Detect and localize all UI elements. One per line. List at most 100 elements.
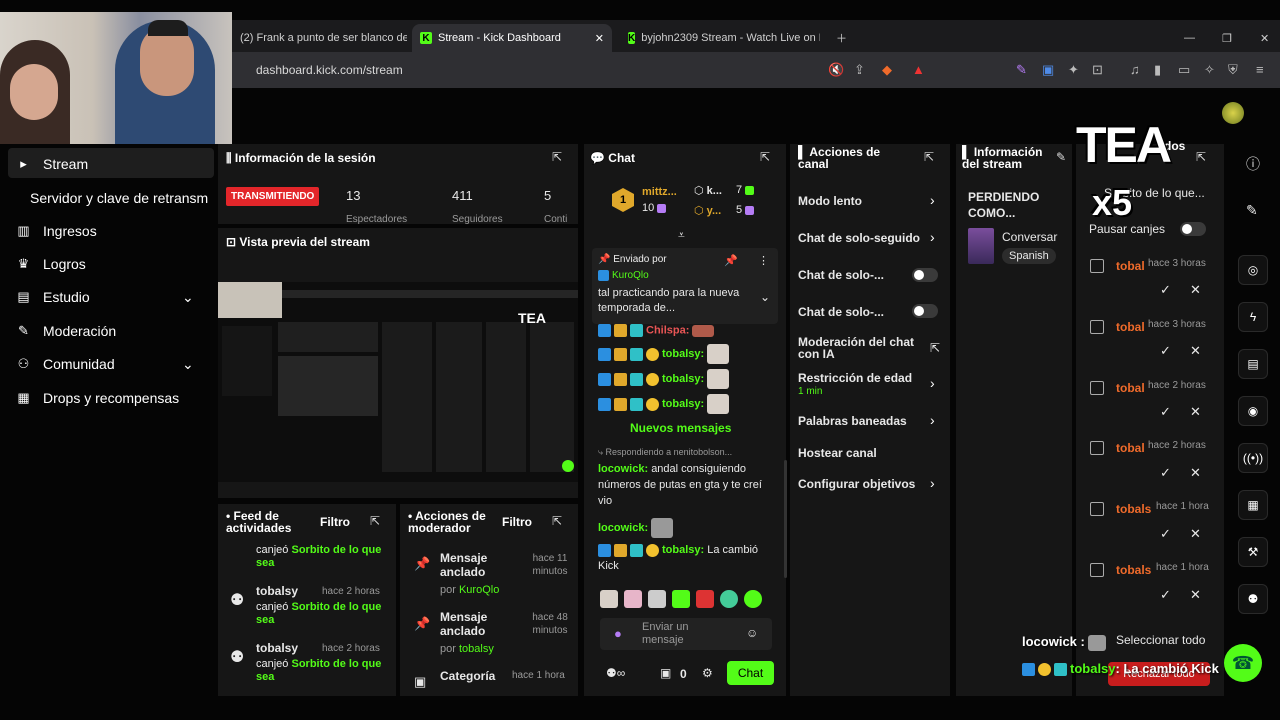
expand-icon[interactable]: ⇱ [760, 150, 770, 164]
emote[interactable] [744, 590, 762, 608]
expand-icon[interactable]: ⇱ [924, 150, 934, 164]
sidebar-item-ingresos[interactable]: ▥ Ingresos [16, 223, 96, 239]
chevron-right-icon[interactable]: › [930, 192, 935, 208]
menu-icon[interactable]: ≡ [1256, 62, 1264, 77]
redeem-checkbox[interactable] [1090, 563, 1104, 577]
slow-mode-label[interactable]: Modo lento [798, 194, 862, 208]
redeem-checkbox[interactable] [1090, 502, 1104, 516]
broadcast-icon[interactable]: ((•)) [1238, 443, 1268, 473]
approve-icon[interactable]: ✓ [1160, 587, 1171, 603]
chat-icon[interactable]: ◉ [1238, 396, 1268, 426]
wrench-icon[interactable]: ⚒ [1238, 537, 1268, 567]
new-messages-divider[interactable]: Nuevos mensajes [630, 421, 731, 435]
music-icon[interactable]: ♫ [1130, 62, 1140, 77]
lightning-icon[interactable]: ϟ [1238, 302, 1268, 332]
chevron-right-icon[interactable]: › [930, 412, 935, 428]
more-icon[interactable]: ⋮ [758, 254, 769, 267]
emote[interactable] [696, 590, 714, 608]
new-tab-button[interactable]: ＋ [828, 24, 855, 52]
points-icon[interactable]: ⚉ [1238, 584, 1268, 614]
approve-icon[interactable]: ✓ [1160, 282, 1171, 298]
wallet-icon[interactable]: ▭ [1178, 62, 1190, 78]
translate-icon[interactable]: ▣ [1042, 62, 1054, 78]
stream-preview-video[interactable]: TEA [218, 282, 578, 482]
approve-icon[interactable]: ✓ [1160, 465, 1171, 481]
settings-icon[interactable]: ⚙ [702, 666, 713, 680]
edit-icon[interactable]: ✎ [1246, 202, 1258, 219]
chevron-right-icon[interactable]: › [930, 475, 935, 491]
browser-tab-1[interactable]: (2) Frank a punto de ser blanco de fer [232, 24, 407, 52]
approve-icon[interactable]: ✓ [1160, 526, 1171, 542]
extension-pen-icon[interactable]: ✎ [1016, 62, 1027, 78]
expand-icon[interactable]: ⇱ [370, 514, 380, 528]
emotes-only-toggle[interactable] [912, 304, 938, 318]
approve-icon[interactable]: ✓ [1160, 404, 1171, 420]
sidebar-item-estudio[interactable]: ▤ Estudio [16, 289, 89, 305]
sidebar-item-server-key[interactable]: Servidor y clave de retransm [30, 190, 208, 206]
ai-moderation-label[interactable]: Moderación del chat con IA [798, 336, 922, 360]
mute-icon[interactable]: 🔇 [828, 62, 844, 78]
external-link-icon[interactable]: ⇱ [930, 341, 940, 355]
emote[interactable] [648, 590, 666, 608]
banned-words-label[interactable]: Palabras baneadas [798, 414, 907, 428]
emote[interactable] [672, 590, 690, 608]
gift-icon[interactable]: ▣ [660, 666, 671, 680]
close-tab-icon[interactable]: ✕ [595, 32, 604, 45]
reject-icon[interactable]: ✕ [1190, 587, 1201, 603]
pinned-message[interactable]: 📌 Enviado por 📌 ⋮ KuroQlo tal practicand… [592, 248, 778, 324]
sidebar-item-moderacion[interactable]: ✎ Moderación [16, 323, 116, 339]
followers-only-label[interactable]: Chat de solo-seguido [798, 231, 920, 245]
extensions-icon[interactable]: ✦ [1068, 62, 1079, 78]
sidebar-item-stream[interactable]: ▸ Stream [16, 156, 88, 172]
sidebar-item-drops[interactable]: ▦ Drops y recompensas [16, 390, 179, 406]
filter-button[interactable]: Filtro [502, 515, 532, 529]
chevron-down-icon[interactable]: ⌄ [182, 356, 194, 373]
expand-icon[interactable]: ⇱ [552, 150, 562, 164]
expand-icon[interactable]: ⇱ [552, 514, 562, 528]
filter-button[interactable]: Filtro [320, 515, 350, 529]
sidebar-icon[interactable]: ▮ [1154, 62, 1161, 78]
brave-rewards-icon[interactable]: ▲ [912, 62, 925, 77]
camera-icon[interactable]: ◎ [1238, 255, 1268, 285]
notes-icon[interactable]: ▤ [1238, 349, 1268, 379]
browser-tab-active[interactable]: K Stream - Kick Dashboard ✕ [412, 24, 612, 52]
url-field[interactable]: dashboard.kick.com/stream [256, 63, 403, 77]
reject-icon[interactable]: ✕ [1190, 343, 1201, 359]
pin-icon[interactable]: 📌 [724, 254, 738, 267]
reject-icon[interactable]: ✕ [1190, 465, 1201, 481]
subs-only-toggle[interactable] [912, 268, 938, 282]
reject-icon[interactable]: ✕ [1190, 526, 1201, 542]
emote[interactable] [600, 590, 618, 608]
minimize-button[interactable]: — [1176, 24, 1203, 52]
sidebar-item-logros[interactable]: ♛ Logros [16, 256, 86, 272]
reject-icon[interactable]: ✕ [1190, 404, 1201, 420]
info-icon[interactable]: ⓘ [1246, 154, 1260, 174]
chat-input[interactable]: ● Enviar un mensaje ☺ [600, 618, 772, 650]
pause-redeems-toggle[interactable] [1180, 222, 1206, 236]
microphone-icon[interactable]: ● [614, 626, 622, 641]
emote[interactable] [624, 590, 642, 608]
sidebar-item-comunidad[interactable]: ⚇ Comunidad [16, 356, 115, 372]
approve-icon[interactable]: ✓ [1160, 343, 1171, 359]
chat-scrollbar[interactable] [784, 460, 787, 578]
emoji-icon[interactable]: ☺ [746, 626, 758, 640]
redeem-checkbox[interactable] [1090, 320, 1104, 334]
collapse-icon[interactable]: ⩡ [678, 228, 685, 243]
browser-tab-3[interactable]: K byjohn2309 Stream - Watch Live on K [620, 24, 820, 52]
select-all-label[interactable]: Seleccionar todo [1116, 633, 1205, 647]
redeem-checkbox[interactable] [1090, 259, 1104, 273]
leo-icon[interactable]: ✧ [1204, 62, 1215, 78]
goals-label[interactable]: Configurar objetivos [798, 477, 915, 491]
emote[interactable] [720, 590, 738, 608]
redeem-checkbox[interactable] [1090, 381, 1104, 395]
points-icon[interactable]: ⚉∞ [606, 666, 625, 680]
host-channel-label[interactable]: Hostear canal [798, 446, 877, 460]
chevron-right-icon[interactable]: › [930, 229, 935, 245]
vpn-icon[interactable]: ⛨ [1228, 62, 1238, 78]
brave-shield-icon[interactable]: ◆ [882, 62, 892, 78]
expand-icon[interactable]: ⇱ [1196, 150, 1206, 164]
send-chat-button[interactable]: Chat [727, 661, 774, 685]
chevron-down-icon[interactable]: ⌄ [182, 289, 194, 306]
redeem-checkbox[interactable] [1090, 441, 1104, 455]
age-restriction-label[interactable]: Restricción de edad [798, 371, 912, 385]
